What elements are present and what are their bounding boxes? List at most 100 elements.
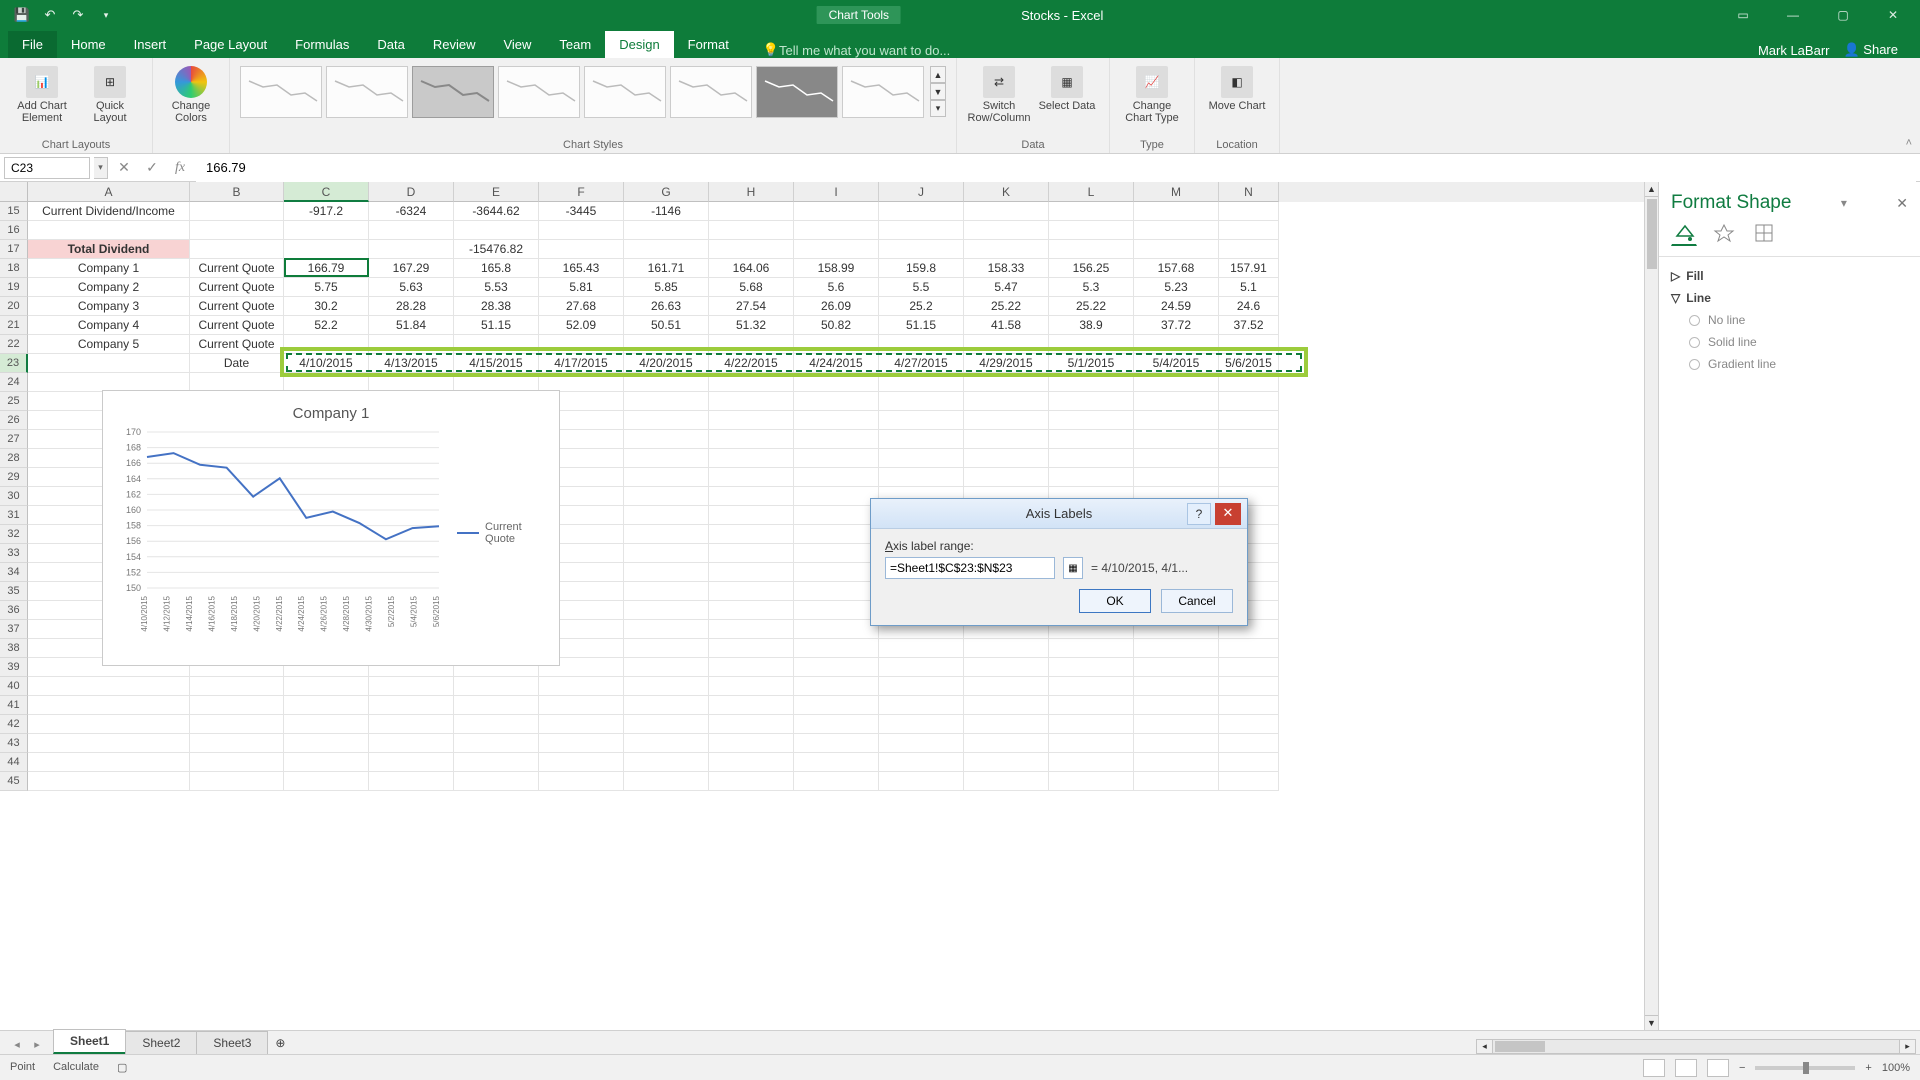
col-header-C[interactable]: C — [284, 182, 369, 202]
cell[interactable] — [1134, 715, 1219, 734]
cell[interactable] — [879, 449, 964, 468]
cell[interactable] — [624, 468, 709, 487]
quick-layout-button[interactable]: ⊞ Quick Layout — [78, 62, 142, 128]
cell[interactable]: 167.29 — [369, 259, 454, 278]
row-header[interactable]: 28 — [0, 449, 28, 468]
cell[interactable]: 25.22 — [1049, 297, 1134, 316]
cell[interactable]: 4/10/2015 — [284, 354, 369, 373]
fill-section-header[interactable]: ▷Fill — [1671, 265, 1908, 287]
cell[interactable] — [1219, 772, 1279, 791]
gallery-more[interactable]: ▾ — [930, 100, 946, 117]
cell[interactable] — [284, 715, 369, 734]
cell[interactable] — [1219, 639, 1279, 658]
cell[interactable] — [964, 373, 1049, 392]
col-header-K[interactable]: K — [964, 182, 1049, 202]
cell[interactable]: Current Quote — [190, 297, 284, 316]
cell[interactable] — [879, 658, 964, 677]
cell[interactable]: 161.71 — [624, 259, 709, 278]
cell[interactable] — [879, 430, 964, 449]
chart-style-1[interactable] — [240, 66, 322, 118]
row-header[interactable]: 40 — [0, 677, 28, 696]
tell-me-search[interactable]: 💡 Tell me what you want to do... — [743, 42, 1758, 58]
cell[interactable] — [1134, 449, 1219, 468]
fill-line-icon[interactable] — [1671, 220, 1697, 246]
cell[interactable] — [369, 734, 454, 753]
cell[interactable] — [1049, 411, 1134, 430]
cell[interactable]: 50.82 — [794, 316, 879, 335]
fx-icon[interactable]: fx — [168, 157, 192, 179]
cell[interactable]: Company 2 — [28, 278, 190, 297]
cell[interactable] — [879, 772, 964, 791]
cell[interactable] — [624, 335, 709, 354]
cell[interactable] — [284, 677, 369, 696]
undo-icon[interactable]: ↶ — [42, 7, 58, 23]
cell[interactable] — [1049, 658, 1134, 677]
cell[interactable] — [190, 221, 284, 240]
cell[interactable]: Total Dividend — [28, 240, 190, 259]
cell[interactable] — [539, 715, 624, 734]
cell[interactable] — [794, 392, 879, 411]
cell[interactable] — [1049, 696, 1134, 715]
tab-home[interactable]: Home — [57, 31, 120, 58]
dialog-close-icon[interactable]: ✕ — [1215, 503, 1241, 525]
row-header[interactable]: 18 — [0, 259, 28, 278]
col-header-D[interactable]: D — [369, 182, 454, 202]
row-header[interactable]: 22 — [0, 335, 28, 354]
tab-format[interactable]: Format — [674, 31, 743, 58]
cell[interactable] — [794, 563, 879, 582]
row-header[interactable]: 31 — [0, 506, 28, 525]
cell[interactable] — [624, 392, 709, 411]
cell[interactable] — [1049, 335, 1134, 354]
cell[interactable]: 25.2 — [879, 297, 964, 316]
cell[interactable] — [879, 335, 964, 354]
cell[interactable]: 157.68 — [1134, 259, 1219, 278]
scroll-up-icon[interactable]: ▲ — [1645, 182, 1658, 197]
cell[interactable] — [794, 677, 879, 696]
cell[interactable] — [624, 582, 709, 601]
cell[interactable]: 4/17/2015 — [539, 354, 624, 373]
chart-style-3[interactable] — [412, 66, 494, 118]
row-header[interactable]: 19 — [0, 278, 28, 297]
cell[interactable]: 4/20/2015 — [624, 354, 709, 373]
cell[interactable]: 24.6 — [1219, 297, 1279, 316]
cell[interactable] — [709, 525, 794, 544]
cell[interactable]: 157.91 — [1219, 259, 1279, 278]
cell[interactable] — [624, 525, 709, 544]
cell[interactable]: Current Quote — [190, 278, 284, 297]
row-header[interactable]: 32 — [0, 525, 28, 544]
col-header-I[interactable]: I — [794, 182, 879, 202]
row-header[interactable]: 35 — [0, 582, 28, 601]
cell[interactable] — [190, 772, 284, 791]
cell[interactable] — [1219, 335, 1279, 354]
cell[interactable]: 27.54 — [709, 297, 794, 316]
cell[interactable] — [964, 468, 1049, 487]
row-header[interactable]: 33 — [0, 544, 28, 563]
cell[interactable]: 4/22/2015 — [709, 354, 794, 373]
cell[interactable] — [709, 772, 794, 791]
cell[interactable] — [794, 240, 879, 259]
cell[interactable] — [624, 449, 709, 468]
cell[interactable] — [454, 696, 539, 715]
cell[interactable] — [709, 240, 794, 259]
chart-style-7[interactable] — [756, 66, 838, 118]
macro-record-icon[interactable]: ▢ — [117, 1061, 127, 1074]
cell[interactable] — [28, 715, 190, 734]
cell[interactable]: Current Quote — [190, 335, 284, 354]
cell[interactable] — [709, 658, 794, 677]
zoom-out-icon[interactable]: − — [1739, 1062, 1745, 1074]
add-sheet-icon[interactable]: ⊕ — [267, 1032, 293, 1054]
col-header-H[interactable]: H — [709, 182, 794, 202]
cell[interactable] — [879, 715, 964, 734]
cell[interactable] — [454, 734, 539, 753]
cell[interactable]: Company 5 — [28, 335, 190, 354]
col-header-E[interactable]: E — [454, 182, 539, 202]
cell[interactable] — [539, 335, 624, 354]
cell[interactable] — [964, 335, 1049, 354]
cell[interactable] — [794, 506, 879, 525]
cell[interactable] — [709, 620, 794, 639]
row-header[interactable]: 26 — [0, 411, 28, 430]
tab-data[interactable]: Data — [363, 31, 418, 58]
cell[interactable] — [794, 430, 879, 449]
cell[interactable]: 4/24/2015 — [794, 354, 879, 373]
col-header-M[interactable]: M — [1134, 182, 1219, 202]
